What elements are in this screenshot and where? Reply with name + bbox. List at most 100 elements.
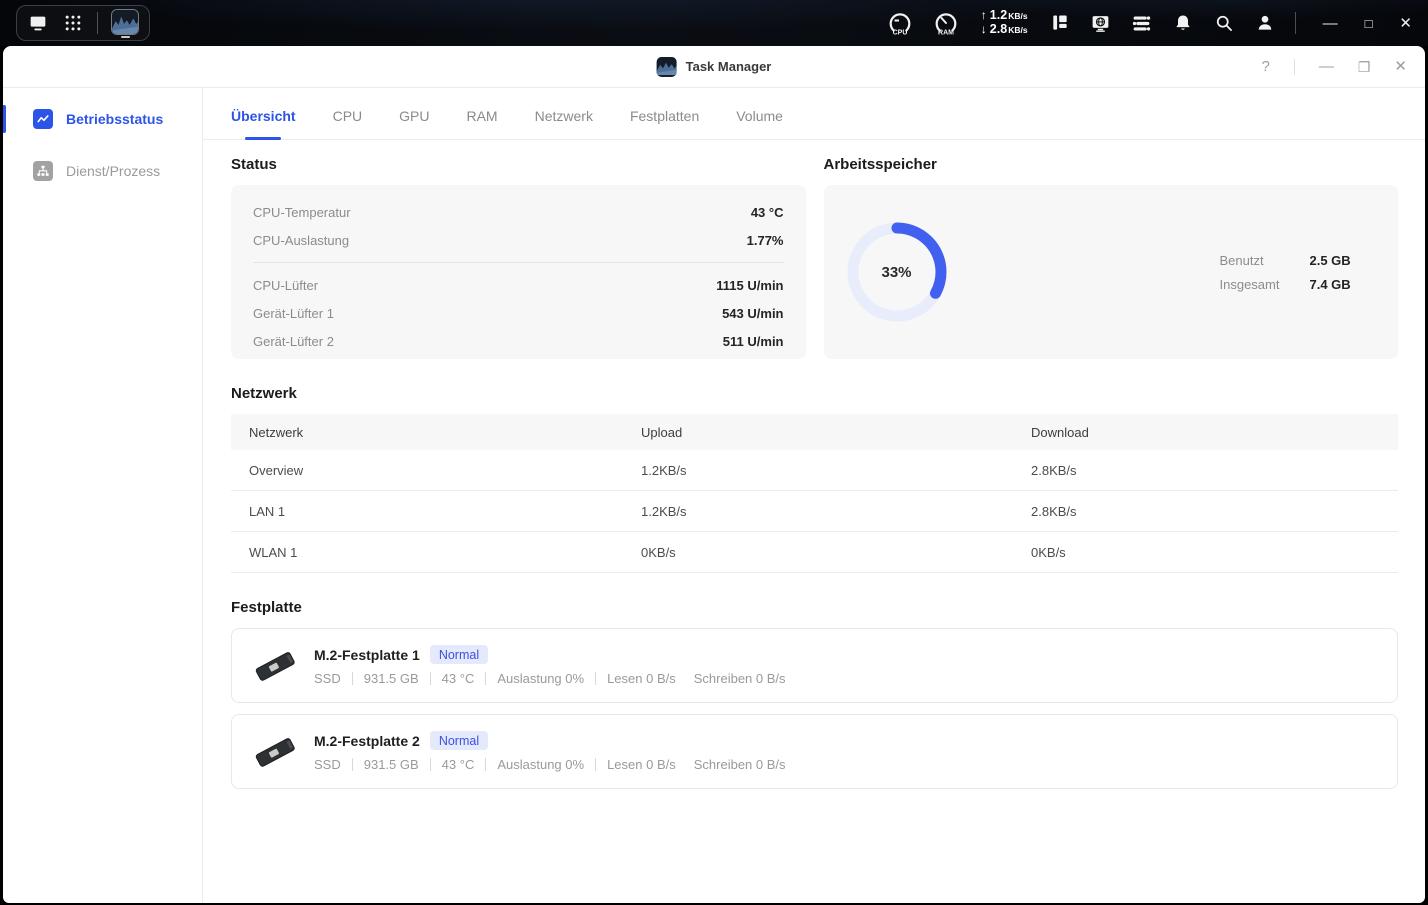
overview-panel: Status CPU-Temperatur 43 °C CPU-Auslastu… [203,140,1425,903]
network-table-header: Netzwerk Upload Download [231,414,1398,450]
memory-legend: Benutzt 2.5 GB Insgesamt 7.4 GB [1220,248,1351,296]
window-restore-button[interactable]: ❐ [1358,60,1371,74]
table-row-lan1[interactable]: LAN 1 1.2KB/s 2.8KB/s [231,491,1398,532]
desktop-maximize-button[interactable]: □ [1365,17,1373,30]
download-arrow-icon: ↓ [981,23,987,36]
cpu-gauge-icon[interactable]: CPU [887,10,914,36]
ssd-icon [248,730,302,774]
network-name: WLAN 1 [231,545,641,560]
disk-details: SSD 931.5 GB 43 °C Auslastung 0% Lesen 0… [314,757,786,772]
network-upload: 1.2KB/s [641,504,1031,519]
upload-arrow-icon: ↑ [981,9,987,22]
taskbar-controls-divider [1295,12,1296,34]
svg-text:CPU: CPU [893,30,908,37]
taskbar-divider [97,12,98,34]
memory-heading: Arbeitsspeicher [824,156,1399,173]
task-manager-app-icon[interactable] [111,9,139,35]
search-icon[interactable] [1213,12,1235,34]
window-minimize-button[interactable]: — [1319,59,1334,74]
app-grid-icon[interactable] [62,12,84,34]
detail-divider [485,672,486,685]
disk-load: Auslastung 0% [497,671,584,686]
detail-divider [430,672,431,685]
memory-total-label: Insgesamt [1220,277,1310,292]
disk-card-1[interactable]: M.2-Festplatte 1 Normal SSD 931.5 GB 43 … [231,628,1398,703]
download-speed-unit: KB/s [1008,24,1027,37]
disk-status-badge: Normal [430,731,488,750]
table-row-wlan1[interactable]: WLAN 1 0KB/s 0KB/s [231,532,1398,573]
desktop-icon[interactable] [27,12,49,34]
table-row-overview[interactable]: Overview 1.2KB/s 2.8KB/s [231,450,1398,491]
sidebar-item-betriebsstatus[interactable]: Betriebsstatus [3,96,202,142]
tab-bar: Übersicht CPU GPU RAM Netzwerk Festplatt… [203,88,1425,140]
taskbar-right-group: CPU RAM ↑ 1.2 KB/s ↓ 2.8 KB/s [887,9,1412,37]
desktop-minimize-button[interactable]: — [1323,16,1338,31]
memory-percent-label: 33% [841,216,953,328]
tab-festplatten[interactable]: Festplatten [630,108,699,139]
window-titlebar[interactable]: Task Manager ? — ❐ ✕ [3,46,1425,88]
tab-uebersicht[interactable]: Übersicht [231,108,296,139]
disk-type: SSD [314,671,341,686]
detail-divider [352,672,353,685]
stat-label: CPU-Temperatur [253,205,351,220]
disk-temp: 43 °C [442,671,475,686]
disk-card-2[interactable]: M.2-Festplatte 2 Normal SSD 931.5 GB 43 … [231,714,1398,789]
ram-gauge-icon[interactable]: RAM [933,10,960,36]
detail-divider [595,758,596,771]
tab-volume[interactable]: Volume [736,108,783,139]
window-app-icon [657,57,677,77]
tab-netzwerk[interactable]: Netzwerk [535,108,593,139]
disk-write: Schreiben 0 B/s [694,671,786,686]
detail-divider [430,758,431,771]
widget-panel-icon[interactable] [1049,12,1071,34]
resource-toggles-icon[interactable] [1131,12,1153,34]
network-upload: 0KB/s [641,545,1031,560]
disk-write: Schreiben 0 B/s [694,757,786,772]
sidebar-item-dienst-prozess[interactable]: Dienst/Prozess [3,148,202,194]
stat-value: 1.77% [747,233,784,248]
window-close-button[interactable]: ✕ [1394,59,1407,74]
sidebar-item-label: Dienst/Prozess [66,163,160,179]
running-app-indicator [121,36,130,38]
network-name: LAN 1 [231,504,641,519]
status-divider [253,262,784,263]
stat-label: CPU-Auslastung [253,233,349,248]
status-row-device-fan-2: Gerät-Lüfter 2 511 U/min [253,327,784,355]
column-header-netzwerk: Netzwerk [231,425,641,440]
network-download: 2.8KB/s [1031,463,1398,478]
status-row-cpu-fan: CPU-Lüfter 1115 U/min [253,271,784,299]
help-button[interactable]: ? [1262,59,1270,74]
download-speed-value: 2.8 [990,23,1007,36]
sidebar-item-label: Betriebsstatus [66,111,163,127]
remote-desktop-icon[interactable] [1090,12,1112,34]
disk-read: Lesen 0 B/s [607,757,676,772]
column-header-upload: Upload [641,425,1031,440]
user-icon[interactable] [1254,12,1276,34]
tab-ram[interactable]: RAM [466,108,497,139]
ssd-icon [248,644,302,688]
notifications-bell-icon[interactable] [1172,12,1194,34]
stat-label: Gerät-Lüfter 2 [253,334,334,349]
network-name: Overview [231,463,641,478]
disk-name: M.2-Festplatte 2 [314,733,420,749]
disk-details: SSD 931.5 GB 43 °C Auslastung 0% Lesen 0… [314,671,786,686]
disk-status-badge: Normal [430,645,488,664]
process-tree-icon [33,161,53,181]
network-heading: Netzwerk [231,385,1398,402]
tab-gpu[interactable]: GPU [399,108,429,139]
network-section: Netzwerk Netzwerk Upload Download Overvi… [231,385,1398,573]
upload-speed-unit: KB/s [1008,10,1027,23]
stat-value: 543 U/min [722,306,783,321]
status-row-cpu-temp: CPU-Temperatur 43 °C [253,198,784,226]
taskbar-app-task-manager[interactable] [111,9,139,38]
status-section: Status CPU-Temperatur 43 °C CPU-Auslastu… [231,156,806,359]
network-speed-indicator[interactable]: ↑ 1.2 KB/s ↓ 2.8 KB/s [981,9,1028,37]
stat-value: 511 U/min [723,334,784,349]
disk-type: SSD [314,757,341,772]
desktop-close-button[interactable]: ✕ [1399,16,1412,31]
status-heading: Status [231,156,806,173]
disk-read: Lesen 0 B/s [607,671,676,686]
status-row-device-fan-1: Gerät-Lüfter 1 543 U/min [253,299,784,327]
upload-speed-value: 1.2 [990,9,1007,22]
tab-cpu[interactable]: CPU [333,108,363,139]
